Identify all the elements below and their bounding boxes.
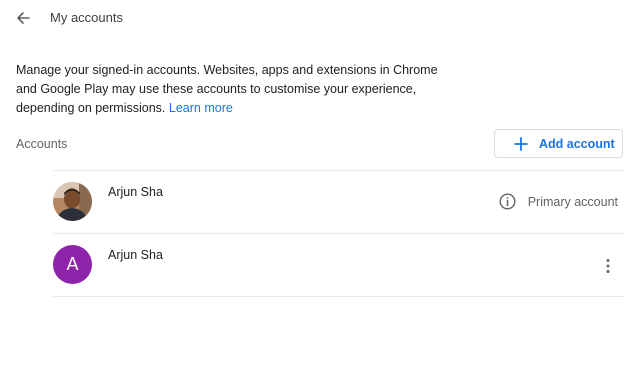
avatar: A bbox=[53, 245, 92, 284]
divider bbox=[53, 296, 624, 297]
arrow-back-icon bbox=[17, 12, 30, 24]
account-row-primary: Arjun Sha Primary account bbox=[53, 171, 624, 233]
accounts-description: Manage your signed-in accounts. Websites… bbox=[16, 61, 456, 118]
learn-more-link[interactable]: Learn more bbox=[169, 101, 233, 115]
info-icon[interactable] bbox=[499, 193, 516, 210]
my-accounts-page: My accounts Manage your signed-in accoun… bbox=[0, 0, 640, 384]
avatar bbox=[53, 182, 92, 221]
accounts-section-label: Accounts bbox=[16, 137, 68, 151]
add-account-button[interactable]: Add account bbox=[494, 129, 623, 158]
back-button[interactable] bbox=[13, 8, 33, 28]
plus-icon bbox=[514, 137, 528, 151]
primary-account-label: Primary account bbox=[527, 194, 618, 209]
account-name: Arjun Sha bbox=[108, 248, 163, 262]
account-name: Arjun Sha bbox=[108, 185, 163, 199]
page-title: My accounts bbox=[50, 10, 123, 25]
primary-account-indicator: Primary account bbox=[499, 193, 618, 210]
add-account-label: Add account bbox=[539, 137, 615, 151]
account-row-secondary: A Arjun Sha bbox=[53, 234, 624, 296]
more-vert-icon[interactable] bbox=[604, 258, 612, 274]
